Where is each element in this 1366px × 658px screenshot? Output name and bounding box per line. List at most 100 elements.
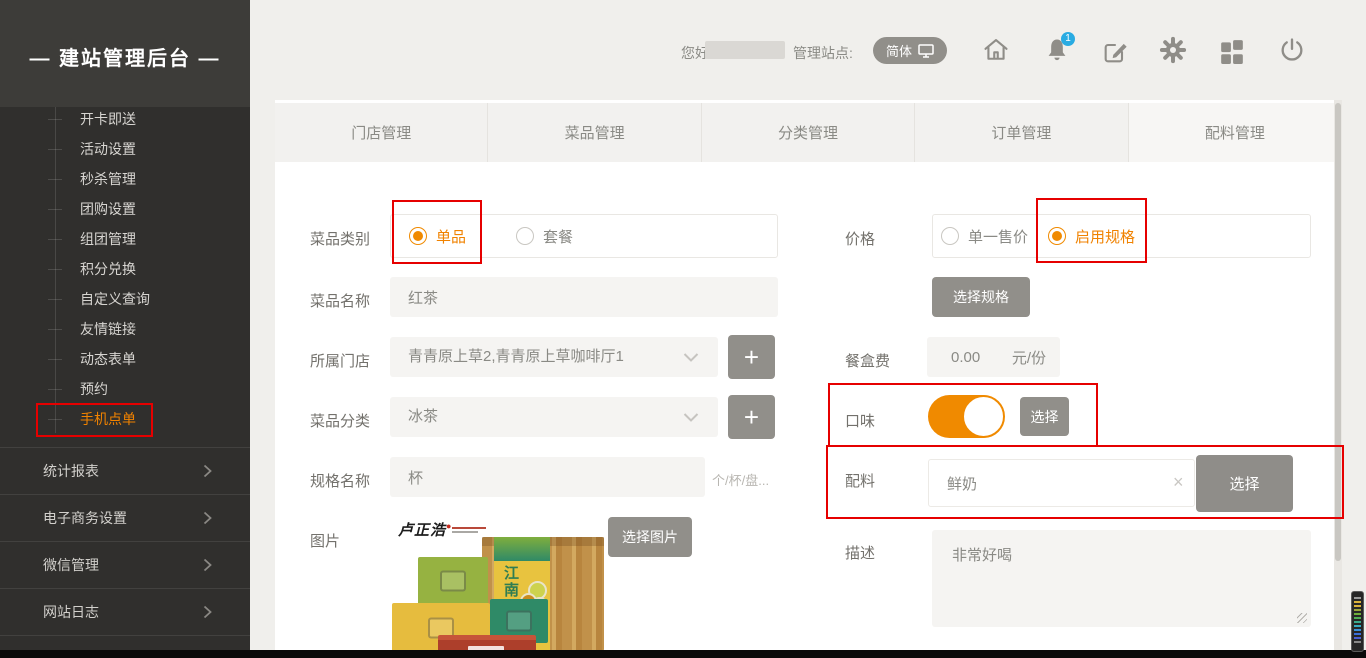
dish-image: 卢正浩● 江南 绝 xyxy=(390,515,610,658)
radio-set-meal-label[interactable]: 套餐 xyxy=(543,226,573,247)
section-label: 微信管理 xyxy=(43,557,99,573)
sidebar-sections: 统计报表 电子商务设置 微信管理 网站日志 xyxy=(0,447,250,636)
dish-category-select[interactable]: 冰茶 xyxy=(390,397,718,437)
section-label: 统计报表 xyxy=(43,463,99,479)
resize-handle[interactable] xyxy=(1297,613,1307,623)
section-label: 电子商务设置 xyxy=(43,510,127,526)
sidebar-item-links[interactable]: 友情链接 xyxy=(0,314,250,344)
store-select-value: 青青原上草2,青青原上草咖啡厅1 xyxy=(408,348,624,365)
language-button[interactable]: 简体 xyxy=(873,37,947,64)
gear-icon[interactable] xyxy=(1159,36,1187,64)
box-fee-label: 餐盒费 xyxy=(845,350,890,371)
tab-dish-management[interactable]: 菜品管理 xyxy=(488,103,701,162)
sidebar-submenu: 开卡即送 活动设置 秒杀管理 团购设置 组团管理 积分兑换 自定义查询 友情链接… xyxy=(0,104,250,434)
sidebar-item-flash-sale[interactable]: 秒杀管理 xyxy=(0,164,250,194)
tab-category-management[interactable]: 分类管理 xyxy=(702,103,915,162)
username-redacted xyxy=(705,41,785,59)
dish-type-group: 单品 套餐 xyxy=(390,214,778,258)
add-category-button[interactable]: + xyxy=(728,395,775,439)
sidebar-section-site-log[interactable]: 网站日志 xyxy=(0,588,250,636)
dish-name-label: 菜品名称 xyxy=(310,290,370,311)
flavor-choose-button[interactable]: 选择 xyxy=(1020,397,1069,436)
tea-box-green xyxy=(418,557,488,605)
sidebar-item-points[interactable]: 积分兑换 xyxy=(0,254,250,284)
sidebar-item-group-buy[interactable]: 团购设置 xyxy=(0,194,250,224)
dish-type-label: 菜品类别 xyxy=(310,228,370,249)
radio-set-meal[interactable] xyxy=(516,227,534,245)
power-icon[interactable] xyxy=(1278,36,1306,64)
sidebar-section-ecommerce[interactable]: 电子商务设置 xyxy=(0,494,250,541)
gift-box-text: 江南 xyxy=(500,565,521,599)
language-label: 简体 xyxy=(886,41,912,60)
spec-name-input[interactable] xyxy=(390,457,705,497)
sidebar-item-activity[interactable]: 活动设置 xyxy=(0,134,250,164)
gift-box-band xyxy=(494,537,550,561)
section-label: 网站日志 xyxy=(43,604,99,620)
radio-single-item[interactable] xyxy=(409,227,427,245)
dish-category-select-value: 冰茶 xyxy=(408,408,438,425)
description-label: 描述 xyxy=(845,542,875,563)
sidebar-item-mobile-ordering[interactable]: 手机点单 xyxy=(0,404,250,434)
brand-seal: ● xyxy=(446,521,452,531)
price-type-group: 单一售价 启用规格 xyxy=(932,214,1311,258)
app-title: — 建站管理后台 — xyxy=(0,42,250,71)
sidebar-item-card-gift[interactable]: 开卡即送 xyxy=(0,104,250,134)
brand-subline xyxy=(452,531,478,533)
radio-enable-spec-label[interactable]: 启用规格 xyxy=(1075,226,1135,247)
description-wrap: 非常好喝 xyxy=(932,530,1311,627)
radio-single-price-label[interactable]: 单一售价 xyxy=(968,226,1028,247)
apps-grid-icon[interactable] xyxy=(1219,38,1247,66)
app-root: 您好 管理站点: 简体 1 xyxy=(0,0,1366,658)
bottom-bar xyxy=(0,650,1366,658)
notifications-bell[interactable]: 1 xyxy=(1043,36,1071,64)
dish-category-label: 菜品分类 xyxy=(310,410,370,431)
flavor-label: 口味 xyxy=(845,410,875,431)
chevron-right-icon xyxy=(203,464,212,478)
spec-name-label: 规格名称 xyxy=(310,470,370,491)
sidebar-item-dynamic-form[interactable]: 动态表单 xyxy=(0,344,250,374)
edit-icon[interactable] xyxy=(1101,38,1129,66)
manage-site-label: 管理站点: xyxy=(793,43,853,63)
ingredient-choose-button[interactable]: 选择 xyxy=(1196,455,1293,512)
sidebar-section-wechat[interactable]: 微信管理 xyxy=(0,541,250,588)
store-select[interactable]: 青青原上草2,青青原上草咖啡厅1 xyxy=(390,337,718,377)
tab-bar: 门店管理 菜品管理 分类管理 订单管理 配料管理 xyxy=(275,103,1341,162)
clear-icon[interactable]: × xyxy=(1173,472,1184,493)
scrollbar-thumb[interactable] xyxy=(1335,103,1341,561)
tab-ingredient-management[interactable]: 配料管理 xyxy=(1129,103,1341,162)
sidebar-item-custom-query[interactable]: 自定义查询 xyxy=(0,284,250,314)
notification-badge: 1 xyxy=(1061,32,1075,46)
brand-logo: 卢正浩● xyxy=(398,519,452,540)
toggle-knob xyxy=(962,395,1005,438)
tab-order-management[interactable]: 订单管理 xyxy=(915,103,1128,162)
content-panel: 门店管理 菜品管理 分类管理 订单管理 配料管理 菜品类别 单品 套餐 菜品名称… xyxy=(275,100,1341,658)
brand-subline xyxy=(452,527,486,529)
spec-name-hint: 个/杯/盘... xyxy=(712,470,769,489)
store-label: 所属门店 xyxy=(310,350,370,371)
sidebar: — 建站管理后台 — 开卡即送 活动设置 秒杀管理 团购设置 组团管理 积分兑换… xyxy=(0,0,250,658)
radio-enable-spec[interactable] xyxy=(1048,227,1066,245)
sidebar-header: — 建站管理后台 — xyxy=(0,0,250,107)
add-store-button[interactable]: + xyxy=(728,335,775,379)
box-fee-value: 0.00 xyxy=(951,349,980,366)
radio-single-item-label[interactable]: 单品 xyxy=(436,226,466,247)
chevron-right-icon xyxy=(203,511,212,525)
box-fee-field[interactable]: 0.00 元/份 xyxy=(927,337,1060,377)
sidebar-item-reservation[interactable]: 预约 xyxy=(0,374,250,404)
box-fee-unit: 元/份 xyxy=(1012,347,1046,368)
radio-single-price[interactable] xyxy=(941,227,959,245)
choose-image-button[interactable]: 选择图片 xyxy=(608,517,692,557)
tab-store-management[interactable]: 门店管理 xyxy=(275,103,488,162)
image-label: 图片 xyxy=(310,530,340,551)
ingredient-input[interactable] xyxy=(928,459,1195,507)
dish-name-input[interactable] xyxy=(390,277,778,317)
description-textarea[interactable]: 非常好喝 xyxy=(932,530,1311,627)
ingredient-label: 配料 xyxy=(845,470,875,491)
home-icon[interactable] xyxy=(982,36,1010,64)
monitor-icon xyxy=(918,44,934,58)
chevron-right-icon xyxy=(203,605,212,619)
choose-spec-button[interactable]: 选择规格 xyxy=(932,277,1030,317)
sidebar-section-statistics[interactable]: 统计报表 xyxy=(0,447,250,494)
sidebar-item-team[interactable]: 组团管理 xyxy=(0,224,250,254)
flavor-toggle[interactable] xyxy=(928,395,1004,438)
